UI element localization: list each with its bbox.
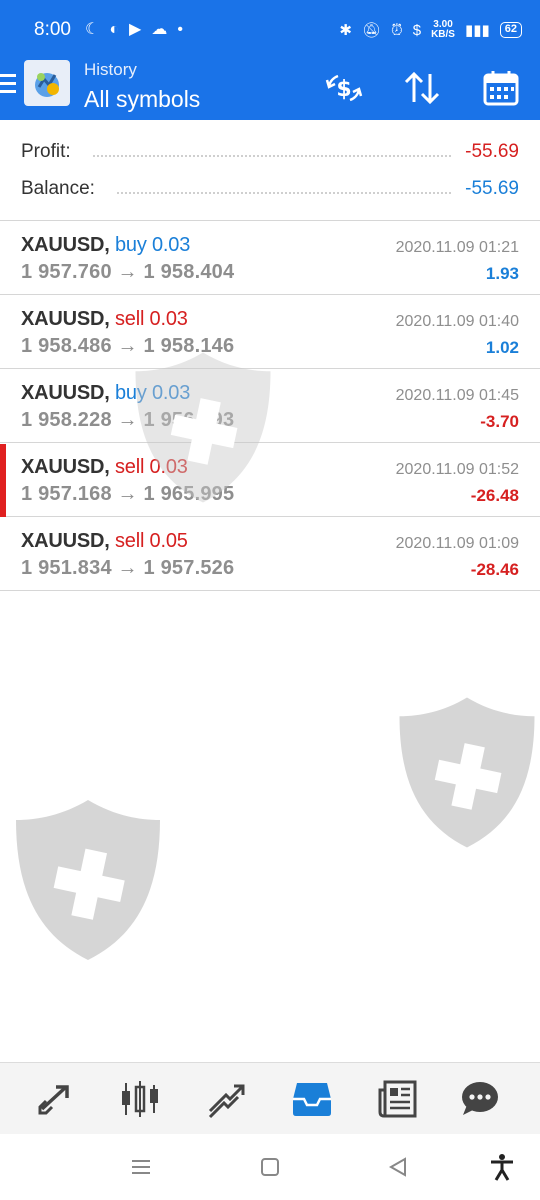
status-bar: 8:00 ☾ ◐ ▶ ☁ • ✱ 🔕︎ ⏰︎ $ 3.00 KB/S ▮▮▮ 6… bbox=[0, 0, 540, 60]
moon-icon: ☾ bbox=[84, 21, 100, 38]
toolbar-subtitle: History bbox=[84, 60, 137, 79]
account-summary: Profit: -55.69 Balance: -55.69 bbox=[0, 120, 540, 221]
deal-time: 2020.11.09 01:09 bbox=[395, 535, 519, 552]
exchange-dollar-icon[interactable]: $ bbox=[322, 66, 366, 110]
deal-row[interactable]: XAUUSD, sell 0.05 1 951.834 → 1 957.526 … bbox=[0, 518, 540, 591]
close-price: 1 958.404 bbox=[143, 261, 235, 283]
deal-symbol: XAUUSD, bbox=[21, 234, 110, 256]
speed-unit: KB/S bbox=[431, 29, 455, 40]
open-price: 1 951.834 bbox=[21, 557, 112, 579]
arrow-icon: → bbox=[117, 335, 138, 357]
battery-indicator: 62 bbox=[499, 22, 522, 38]
open-price: 1 957.760 bbox=[21, 261, 112, 283]
deal-row[interactable]: XAUUSD, buy 0.03 1 957.760 → 1 958.404 2… bbox=[0, 222, 540, 295]
deal-prices: 1 958.486 → 1 958.146 bbox=[21, 335, 234, 358]
quotes-icon[interactable] bbox=[32, 1075, 80, 1123]
menu-icon[interactable] bbox=[0, 74, 16, 96]
balance-row: Balance: -55.69 bbox=[21, 174, 519, 204]
status-time: 8:00 bbox=[34, 19, 71, 40]
close-price: 1 965.995 bbox=[143, 483, 235, 505]
deal-side: sell 0.03 bbox=[114, 308, 188, 330]
deal-symbol-line: XAUUSD, sell 0.03 bbox=[21, 308, 188, 331]
messages-icon[interactable] bbox=[456, 1075, 504, 1123]
deal-profit: 1.02 bbox=[485, 338, 519, 357]
arrow-icon: → bbox=[117, 261, 138, 283]
arrow-icon: → bbox=[117, 557, 138, 579]
deal-prices: 1 951.834 → 1 957.526 bbox=[21, 557, 234, 580]
dotted-leader bbox=[92, 155, 452, 157]
network-speed: 3.00 KB/S bbox=[431, 20, 455, 40]
chart-icon[interactable] bbox=[116, 1075, 164, 1123]
deal-row[interactable]: XAUUSD, buy 0.03 1 958.228 → 1 956.993 2… bbox=[0, 370, 540, 443]
close-price: 1 957.526 bbox=[143, 557, 235, 579]
app-notification-icon: ◐ bbox=[109, 21, 119, 38]
deal-row-selected[interactable]: XAUUSD, sell 0.03 1 957.168 → 1 965.995 … bbox=[0, 444, 540, 517]
alarm-icon: ⏰︎ bbox=[391, 21, 403, 39]
toolbar-title[interactable]: All symbols bbox=[84, 86, 200, 113]
app-logo bbox=[24, 60, 70, 106]
close-price: 1 956.993 bbox=[143, 409, 235, 431]
recents-menu-icon[interactable] bbox=[126, 1152, 156, 1182]
deal-symbol-line: XAUUSD, sell 0.05 bbox=[21, 530, 188, 553]
deal-time: 2020.11.09 01:40 bbox=[395, 313, 519, 330]
profit-label: Profit: bbox=[21, 141, 71, 162]
news-icon[interactable] bbox=[374, 1075, 422, 1123]
shield-dollar-icon: $ bbox=[412, 21, 422, 39]
open-price: 1 957.168 bbox=[21, 483, 112, 505]
svg-text:$: $ bbox=[336, 77, 351, 102]
deal-time: 2020.11.09 01:52 bbox=[395, 461, 519, 478]
mute-icon: 🔕︎ bbox=[361, 22, 382, 39]
accessibility-icon[interactable] bbox=[487, 1152, 517, 1182]
shield-watermark-icon bbox=[16, 800, 160, 960]
open-price: 1 958.486 bbox=[21, 335, 112, 357]
deal-symbol: XAUUSD, bbox=[21, 530, 110, 552]
youtube-icon: ▶ bbox=[129, 21, 142, 38]
deal-side: sell 0.05 bbox=[114, 530, 188, 552]
signal-icon: ▮▮▮ bbox=[464, 22, 490, 39]
deal-profit: -26.48 bbox=[470, 486, 519, 505]
bottom-navigation bbox=[0, 1062, 540, 1134]
deal-symbol-line: XAUUSD, buy 0.03 bbox=[21, 234, 190, 257]
calendar-icon[interactable] bbox=[479, 66, 523, 110]
arrow-icon: → bbox=[117, 483, 138, 505]
arrow-icon: → bbox=[117, 409, 138, 431]
deal-prices: 1 957.760 → 1 958.404 bbox=[21, 261, 234, 284]
profit-value: -55.69 bbox=[465, 141, 519, 162]
trade-icon[interactable] bbox=[202, 1075, 250, 1123]
deal-symbol: XAUUSD, bbox=[21, 456, 110, 478]
deal-symbol: XAUUSD, bbox=[21, 308, 110, 330]
balance-value: -55.69 bbox=[465, 178, 519, 199]
deal-side: sell 0.03 bbox=[114, 456, 188, 478]
deal-prices: 1 958.228 → 1 956.993 bbox=[21, 409, 234, 432]
deal-symbol-line: XAUUSD, buy 0.03 bbox=[21, 382, 190, 405]
deal-symbol-line: XAUUSD, sell 0.03 bbox=[21, 456, 188, 479]
balance-label: Balance: bbox=[21, 178, 95, 199]
deal-row[interactable]: XAUUSD, sell 0.03 1 958.486 → 1 958.146 … bbox=[0, 296, 540, 369]
history-icon[interactable] bbox=[288, 1075, 336, 1123]
back-triangle-icon[interactable] bbox=[383, 1152, 413, 1182]
close-price: 1 958.146 bbox=[143, 335, 235, 357]
deal-side: buy 0.03 bbox=[114, 382, 191, 404]
dotted-leader bbox=[116, 192, 452, 194]
sort-icon[interactable] bbox=[400, 66, 444, 110]
deal-symbol: XAUUSD, bbox=[21, 382, 110, 404]
profit-row: Profit: -55.69 bbox=[21, 137, 519, 167]
cloud-icon: ☁ bbox=[151, 21, 168, 38]
deal-profit: 1.93 bbox=[485, 264, 519, 283]
deal-profit: -3.70 bbox=[480, 412, 519, 431]
shield-watermark-icon bbox=[399, 697, 535, 848]
home-square-icon[interactable] bbox=[255, 1152, 285, 1182]
app-toolbar: History All symbols $ bbox=[0, 60, 540, 120]
bluetooth-icon: ✱ bbox=[339, 22, 352, 39]
open-price: 1 958.228 bbox=[21, 409, 112, 431]
deal-side: buy 0.03 bbox=[114, 234, 191, 256]
deal-time: 2020.11.09 01:45 bbox=[395, 387, 519, 404]
deal-time: 2020.11.09 01:21 bbox=[395, 239, 519, 256]
deal-prices: 1 957.168 → 1 965.995 bbox=[21, 483, 234, 506]
deal-profit: -28.46 bbox=[470, 560, 519, 579]
dot-icon: • bbox=[177, 21, 183, 38]
selection-marker bbox=[0, 444, 6, 517]
system-navigation-bar bbox=[0, 1134, 540, 1200]
